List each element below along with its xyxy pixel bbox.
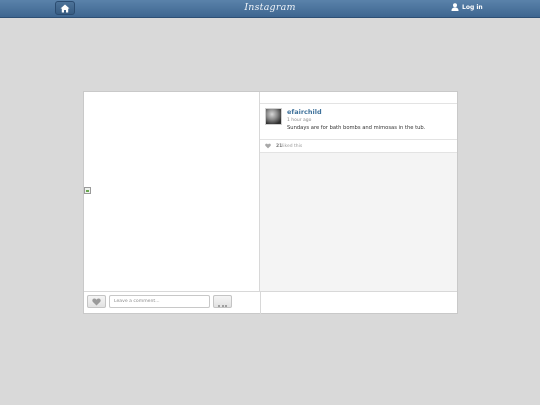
- post-details: efairchild 1 hour ago Sundays are for ba…: [260, 92, 457, 291]
- likes-label: liked this: [282, 144, 303, 149]
- photo-panel: efairchild 1 hour ago Sundays are for ba…: [83, 91, 458, 314]
- login-button[interactable]: Log in: [451, 3, 483, 11]
- username-link[interactable]: efairchild: [287, 108, 322, 116]
- caption-text: Sundays are for bath bombs and mimosas i…: [287, 125, 426, 131]
- login-label: Log in: [462, 3, 483, 11]
- heart-icon: [92, 297, 101, 306]
- divider: [260, 292, 261, 314]
- details-header: [260, 92, 457, 104]
- user-icon: [451, 3, 459, 11]
- caption-block: efairchild 1 hour ago Sundays are for ba…: [260, 104, 457, 140]
- ellipsis-icon: [217, 292, 228, 311]
- broken-image-icon: [84, 187, 91, 194]
- like-button[interactable]: [87, 295, 106, 308]
- comment-input[interactable]: [109, 295, 210, 308]
- likes-row: 21 liked this: [260, 140, 457, 153]
- avatar[interactable]: [265, 108, 282, 125]
- heart-icon: [265, 143, 271, 151]
- photo-area: [84, 92, 260, 291]
- more-options-button[interactable]: [213, 295, 232, 308]
- post-timestamp: 1 hour ago: [287, 118, 312, 123]
- top-navigation-bar: Instagram Log in: [0, 0, 540, 18]
- action-bar: [84, 291, 457, 314]
